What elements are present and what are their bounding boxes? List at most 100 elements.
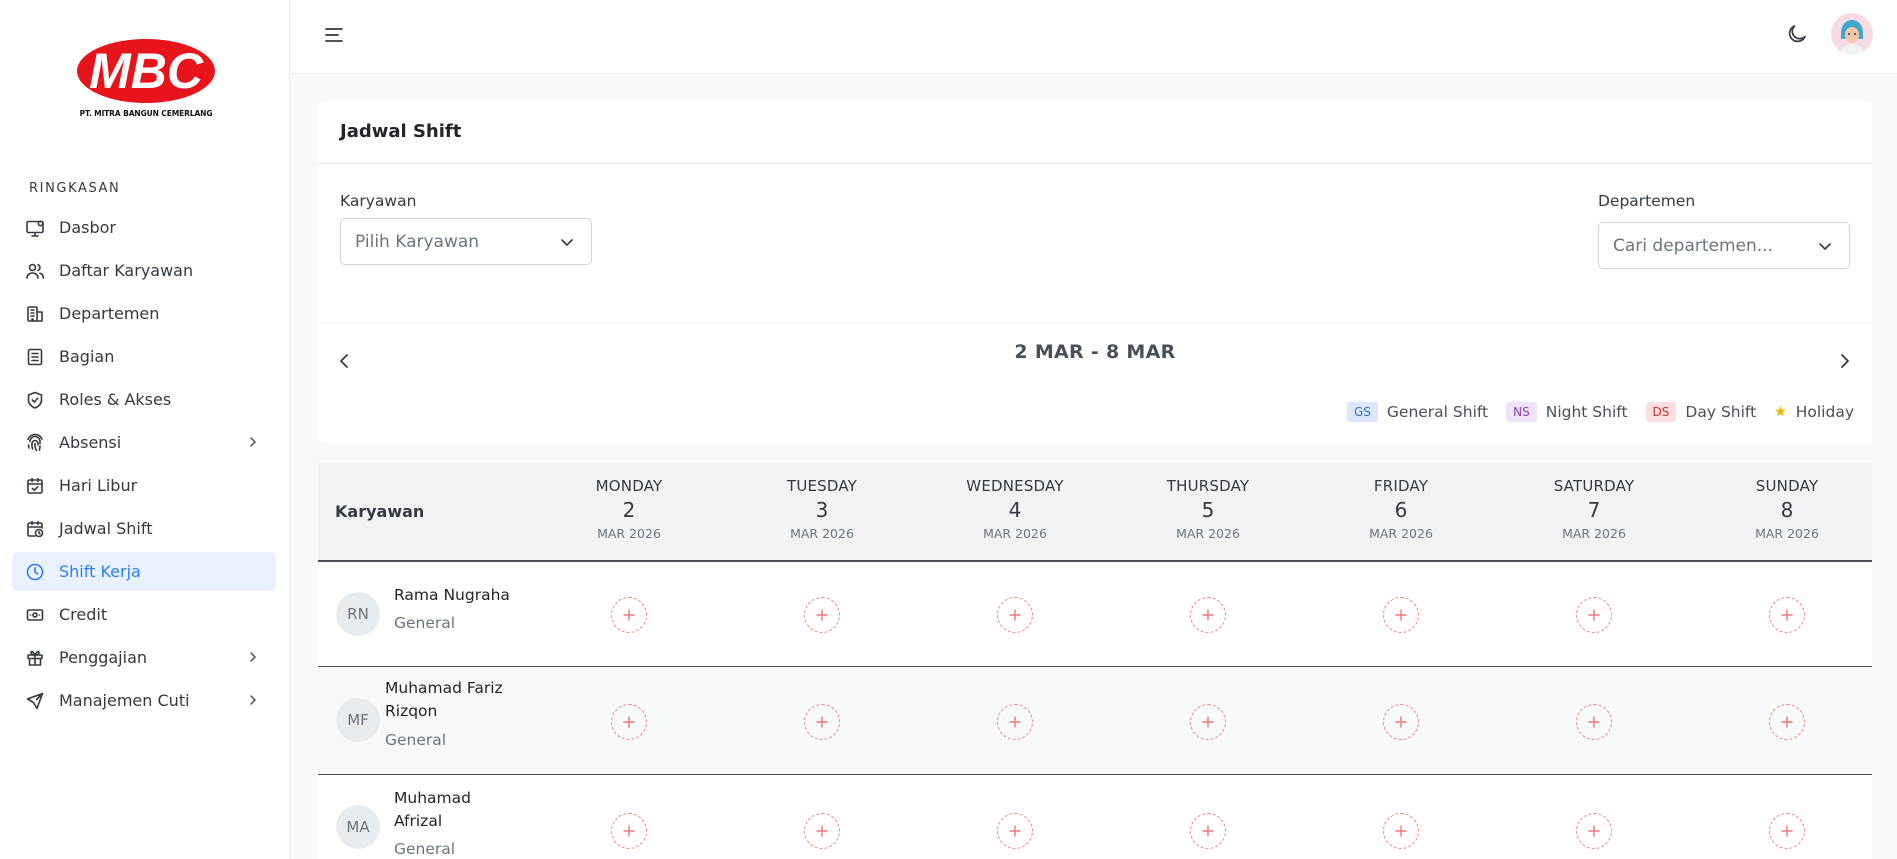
day-month: MAR 2026: [1562, 526, 1626, 541]
fingerprint-icon: [25, 433, 45, 453]
plus-icon: [623, 715, 635, 728]
next-week-chevron-right-icon[interactable]: [1834, 350, 1856, 372]
day-number: 5: [1201, 498, 1215, 522]
shift-schedule-table: Karyawan MONDAY 2 MAR 2026 TUESDAY 3 MAR 2026…: [318, 463, 1872, 859]
sidebar-item-departemen[interactable]: Departemen: [12, 294, 276, 333]
add-shift-button[interactable]: [1769, 703, 1805, 740]
plus-icon: [1588, 715, 1600, 728]
sidebar-item-label: Absensi: [59, 433, 122, 452]
plus-icon: [816, 825, 828, 837]
add-shift-button[interactable]: [1190, 703, 1226, 740]
users-icon: [25, 261, 45, 281]
add-shift-button[interactable]: [1383, 597, 1419, 633]
plus-icon: [1009, 609, 1021, 621]
sidebar-item-label: Shift Kerja: [59, 562, 141, 581]
day-name: THURSDAY: [1166, 477, 1250, 495]
gift-icon: [25, 648, 45, 668]
day-number: 6: [1394, 498, 1408, 522]
employee-department: General: [394, 840, 456, 858]
sidebar-menu: Dasbor Daftar Karyawan Departemen Bagian Rol…: [12, 208, 276, 724]
add-shift-button[interactable]: [997, 813, 1033, 849]
chevron-down-icon: [1819, 242, 1831, 250]
plus-icon: [623, 825, 635, 837]
sidebar-item-label: Departemen: [59, 304, 160, 323]
employee-name-line: Rizqon: [385, 702, 438, 720]
plus-icon: [1395, 609, 1407, 621]
legend-label: General Shift: [1386, 403, 1489, 421]
add-shift-button[interactable]: [1383, 813, 1419, 849]
department-select[interactable]: Cari departemen...: [1598, 222, 1850, 269]
day-header-tuesday: TUESDAY 3 MAR 2026: [747, 477, 897, 541]
add-shift-button[interactable]: [804, 813, 840, 849]
company-logo[interactable]: MBC PT. MITRA BANGUN CEMERLANG: [70, 35, 222, 120]
employee-filter-label: Karyawan: [340, 192, 417, 210]
sidebar: MBC PT. MITRA BANGUN CEMERLANG RINGKASAN…: [0, 0, 290, 859]
day-name: SATURDAY: [1553, 477, 1635, 495]
add-shift-button[interactable]: [1576, 813, 1612, 849]
add-shift-button[interactable]: [804, 703, 840, 740]
day-number: 4: [1008, 498, 1022, 522]
sidebar-item-hari-libur[interactable]: Hari Libur: [12, 466, 276, 505]
sidebar-item-label: Hari Libur: [59, 476, 138, 495]
clock-icon: [25, 562, 45, 582]
plus-icon: [1202, 715, 1214, 728]
sidebar-item-penggajian[interactable]: Penggajian: [12, 638, 276, 677]
plus-icon: [1202, 609, 1214, 621]
day-name: MONDAY: [595, 477, 663, 495]
add-shift-button[interactable]: [1576, 597, 1612, 633]
day-name: WEDNESDAY: [966, 477, 1064, 495]
add-shift-button[interactable]: [611, 703, 647, 740]
day-header-wednesday: WEDNESDAY 4 MAR 2026: [940, 477, 1090, 541]
sidebar-item-dasbor[interactable]: Dasbor: [12, 208, 276, 247]
schedule-row: RN Rama Nugraha General: [318, 563, 1872, 667]
day-name: FRIDAY: [1373, 477, 1429, 495]
sidebar-item-label: Dasbor: [59, 218, 116, 237]
plus-icon: [816, 609, 828, 621]
add-shift-button[interactable]: [997, 703, 1033, 740]
add-shift-button[interactable]: [1769, 813, 1805, 849]
dark-mode-moon-icon[interactable]: [1785, 22, 1809, 46]
day-month: MAR 2026: [983, 526, 1047, 541]
sidebar-item-shift-kerja[interactable]: Shift Kerja: [12, 552, 276, 591]
employee-name-line: Muhamad Fariz: [385, 679, 503, 697]
sidebar-item-roles-akses[interactable]: Roles & Akses: [12, 380, 276, 419]
legend-badge: NS: [1506, 402, 1537, 422]
add-shift-button[interactable]: [611, 813, 647, 849]
employee-select[interactable]: Pilih Karyawan: [340, 218, 592, 265]
add-shift-button[interactable]: [1769, 597, 1805, 633]
user-avatar[interactable]: [1831, 13, 1873, 55]
legend-item-gs: GS General Shift: [1346, 402, 1489, 422]
day-month: MAR 2026: [1176, 526, 1240, 541]
add-shift-button[interactable]: [1576, 703, 1612, 740]
day-header-thursday: THURSDAY 5 MAR 2026: [1133, 477, 1283, 541]
plane-icon: [25, 691, 45, 711]
schedule-row: MF Muhamad Fariz Rizqon General: [318, 668, 1872, 775]
employee-name: Muhamad Afrizal: [394, 787, 471, 833]
add-shift-button[interactable]: [1383, 703, 1419, 740]
add-shift-button[interactable]: [997, 597, 1033, 633]
sidebar-item-credit[interactable]: Credit: [12, 595, 276, 634]
add-shift-button[interactable]: [804, 597, 840, 633]
employee-avatar: MF: [336, 698, 380, 742]
sidebar-item-daftar-karyawan[interactable]: Daftar Karyawan: [12, 251, 276, 290]
add-shift-button[interactable]: [1190, 813, 1226, 849]
day-number: 7: [1587, 498, 1601, 522]
week-navigator: 2 MAR - 8 MAR GS General Shift NS Night Shi…: [318, 323, 1872, 443]
day-month: MAR 2026: [597, 526, 661, 541]
add-shift-button[interactable]: [1190, 597, 1226, 633]
day-header-saturday: SATURDAY 7 MAR 2026: [1519, 477, 1669, 541]
plus-icon: [1588, 609, 1600, 621]
week-range-label: 2 MAR - 8 MAR: [1014, 341, 1176, 363]
employee-avatar: RN: [336, 592, 380, 636]
sidebar-item-bagian[interactable]: Bagian: [12, 337, 276, 376]
sidebar-item-manajemen-cuti[interactable]: Manajemen Cuti: [12, 681, 276, 720]
sidebar-item-label: Penggajian: [59, 648, 148, 667]
day-month: MAR 2026: [1755, 526, 1819, 541]
employee-name-line: Afrizal: [394, 812, 443, 830]
legend-label: Day Shift: [1685, 403, 1757, 421]
legend-badge: GS: [1346, 402, 1378, 422]
sidebar-item-absensi[interactable]: Absensi: [12, 423, 276, 462]
menu-toggle-icon[interactable]: [323, 24, 345, 46]
add-shift-button[interactable]: [611, 597, 647, 633]
sidebar-item-jadwal-shift[interactable]: Jadwal Shift: [12, 509, 276, 548]
